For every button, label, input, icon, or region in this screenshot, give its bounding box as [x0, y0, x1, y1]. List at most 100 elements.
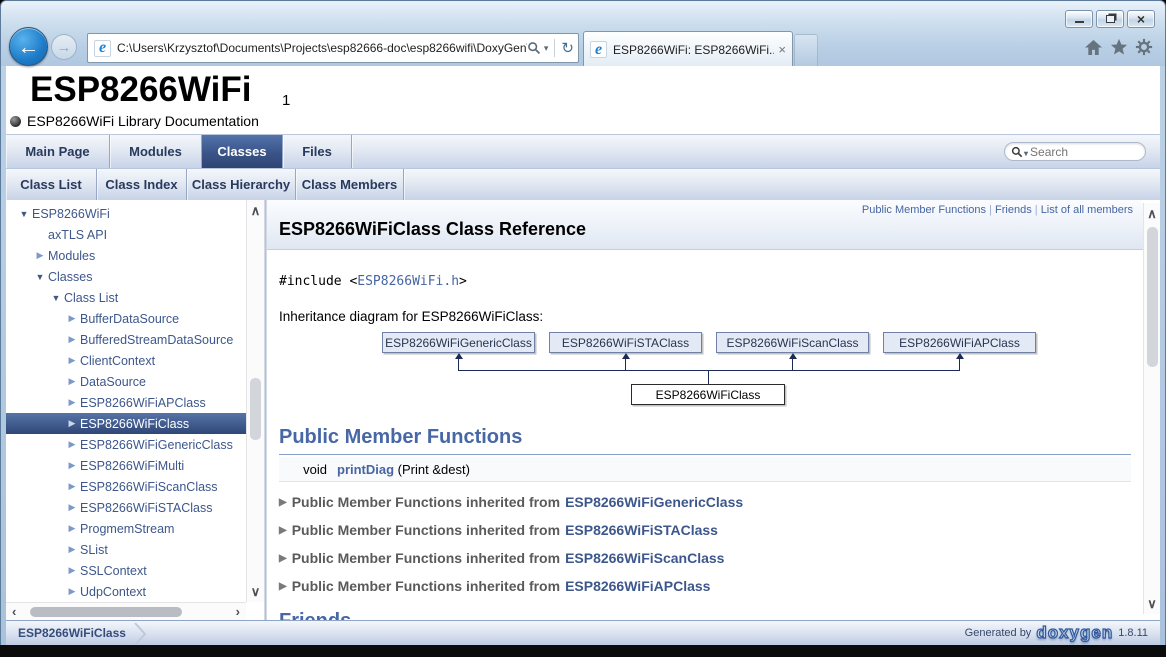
tree-collapsed-icon[interactable]: ▶ [64, 376, 80, 387]
search-filter-caret-icon[interactable]: ▾ [1024, 149, 1028, 158]
inherited-section-scan[interactable]: ▶ Public Member Functions inherited from… [279, 550, 1131, 566]
tab-class-members[interactable]: Class Members [296, 169, 404, 200]
search-icon[interactable] [527, 41, 541, 55]
sidebar-item-slist[interactable]: ▶SList [6, 539, 246, 560]
tree-collapsed-icon[interactable]: ▶ [64, 355, 80, 366]
new-tab-stub[interactable] [794, 34, 818, 67]
sidebar-item-class-list[interactable]: ▼Class List [6, 287, 246, 308]
tree-collapsed-icon[interactable]: ▶ [64, 586, 80, 597]
content-vertical-scrollbar[interactable]: ∧ ∨ [1143, 203, 1160, 614]
tree-collapsed-icon[interactable]: ▶ [64, 544, 80, 555]
sidebar-item-axtls-api[interactable]: axTLS API [6, 224, 246, 245]
sidebar-item-bufferedstreamdatasource[interactable]: ▶BufferedStreamDataSource [6, 329, 246, 350]
tree-collapsed-icon[interactable]: ▶ [64, 418, 80, 429]
breadcrumb[interactable]: ESP8266WiFiClass [18, 626, 126, 640]
sidebar-item-esp8266wifigenericclass[interactable]: ▶ESP8266WiFiGenericClass [6, 434, 246, 455]
sidebar-vertical-scrollbar[interactable]: ∧ ∨ [246, 200, 264, 602]
connector-line [625, 359, 626, 370]
sidebar-item-clientcontext[interactable]: ▶ClientContext [6, 350, 246, 371]
tree-collapsed-icon[interactable]: ▶ [64, 523, 80, 534]
back-button[interactable]: ← [9, 27, 48, 66]
tree-collapsed-icon[interactable]: ▶ [64, 481, 80, 492]
sidebar-item-sslcontext[interactable]: ▶SSLContext [6, 560, 246, 581]
tree-collapsed-icon[interactable]: ▶ [64, 334, 80, 345]
inherited-section-sta[interactable]: ▶ Public Member Functions inherited from… [279, 522, 1131, 538]
scrollbar-thumb[interactable] [250, 378, 261, 440]
diagram-node-esp8266wifiscanclass[interactable]: ESP8266WiFiScanClass [716, 332, 869, 353]
tree-expanded-icon[interactable]: ▼ [48, 293, 64, 303]
link-public-member-functions[interactable]: Public Member Functions [862, 204, 986, 216]
address-bar[interactable]: e C:\Users\Krzysztof\Documents\Projects\… [87, 33, 579, 63]
member-printdiag-link[interactable]: printDiag [337, 462, 394, 477]
address-text[interactable]: C:\Users\Krzysztof\Documents\Projects\es… [117, 41, 527, 55]
tab-modules[interactable]: Modules [110, 135, 202, 168]
inherited-section-generic[interactable]: ▶ Public Member Functions inherited from… [279, 494, 1131, 510]
tree-collapsed-icon[interactable]: ▶ [64, 439, 80, 450]
sidebar-item-modules[interactable]: ▶Modules [6, 245, 246, 266]
tree-collapsed-icon[interactable]: ▶ [64, 502, 80, 513]
scroll-down-icon[interactable]: ∨ [247, 585, 264, 598]
diagram-node-esp8266wificlass[interactable]: ESP8266WiFiClass [631, 384, 785, 405]
sidebar-item-bufferdatasource[interactable]: ▶BufferDataSource [6, 308, 246, 329]
tree-collapsed-icon[interactable]: ▶ [64, 460, 80, 471]
tab-class-hierarchy[interactable]: Class Hierarchy [187, 169, 296, 200]
scrollbar-thumb[interactable] [30, 607, 182, 617]
tab-classes[interactable]: Classes [202, 135, 283, 168]
sidebar-item-udpcontext[interactable]: ▶UdpContext [6, 581, 246, 602]
page-title: ESP8266WiFiClass Class Reference [279, 219, 1133, 240]
diagram-node-esp8266wifistaclass[interactable]: ESP8266WiFiSTAClass [549, 332, 702, 353]
refresh-icon[interactable]: ↻ [561, 39, 574, 57]
tab-close-icon[interactable]: × [778, 42, 786, 57]
tree-collapsed-icon[interactable]: ▶ [64, 565, 80, 576]
browser-tab[interactable]: e ESP8266WiFi: ESP8266WiFi... × [583, 31, 793, 67]
inherited-section-ap[interactable]: ▶ Public Member Functions inherited from… [279, 578, 1131, 594]
forward-button[interactable]: → [51, 34, 77, 60]
tree-collapsed-icon[interactable]: ▶ [64, 397, 80, 408]
sidebar-item-datasource[interactable]: ▶DataSource [6, 371, 246, 392]
section-heading-friends: Friends [279, 610, 1131, 620]
doxygen-logo[interactable]: doxygen [1036, 623, 1113, 643]
home-icon[interactable] [1084, 39, 1103, 56]
tab-main-page[interactable]: Main Page [6, 135, 110, 168]
tab-class-index[interactable]: Class Index [97, 169, 187, 200]
diagram-node-esp8266wifiapclass[interactable]: ESP8266WiFiAPClass [883, 332, 1036, 353]
scroll-right-icon[interactable]: › [236, 605, 240, 618]
settings-gear-icon[interactable] [1135, 38, 1153, 56]
tab-class-list[interactable]: Class List [6, 169, 97, 200]
include-file-link[interactable]: ESP8266WiFi.h [357, 274, 459, 289]
scroll-down-icon[interactable]: ∨ [1144, 597, 1160, 610]
favorites-star-icon[interactable] [1110, 38, 1128, 56]
search-box[interactable]: ▾ [1004, 142, 1146, 161]
sidebar-item-esp8266wifiapclass[interactable]: ▶ESP8266WiFiAPClass [6, 392, 246, 413]
link-esp8266wifiapclass[interactable]: ESP8266WiFiAPClass [565, 578, 710, 594]
search-input[interactable] [1030, 145, 1130, 159]
scrollbar-thumb[interactable] [1147, 227, 1158, 367]
sidebar-item-progmemstream[interactable]: ▶ProgmemStream [6, 518, 246, 539]
sidebar-item-esp8266wifistaclass[interactable]: ▶ESP8266WiFiSTAClass [6, 497, 246, 518]
sidebar-item-esp8266wifi[interactable]: ▼ESP8266WiFi [6, 203, 246, 224]
link-esp8266wifistaclass[interactable]: ESP8266WiFiSTAClass [565, 522, 718, 538]
close-button[interactable]: × [1127, 10, 1155, 28]
link-list-of-all-members[interactable]: List of all members [1041, 204, 1133, 216]
tree-expanded-icon[interactable]: ▼ [32, 272, 48, 282]
sidebar-item-esp8266wificlass-selected[interactable]: ▶ESP8266WiFiClass [6, 413, 246, 434]
tree-collapsed-icon[interactable]: ▶ [64, 313, 80, 324]
scroll-up-icon[interactable]: ∧ [1144, 207, 1160, 220]
link-esp8266wifigenericclass[interactable]: ESP8266WiFiGenericClass [565, 494, 743, 510]
tab-files[interactable]: Files [283, 135, 352, 168]
search-dropdown-icon[interactable]: ▾ [544, 43, 549, 54]
sidebar-horizontal-scrollbar[interactable]: ‹ › [6, 602, 246, 620]
sidebar-item-esp8266wifimulti[interactable]: ▶ESP8266WiFiMulti [6, 455, 246, 476]
scroll-left-icon[interactable]: ‹ [12, 605, 16, 618]
restore-button[interactable] [1096, 10, 1124, 28]
minimize-button[interactable] [1065, 10, 1093, 28]
sidebar-item-classes[interactable]: ▼Classes [6, 266, 246, 287]
tree-collapsed-icon[interactable]: ▶ [32, 250, 48, 261]
diagram-node-esp8266wifigenericclass[interactable]: ESP8266WiFiGenericClass [382, 332, 535, 353]
tree-expanded-icon[interactable]: ▼ [16, 209, 32, 219]
sidebar-item-esp8266wifiscanclass[interactable]: ▶ESP8266WiFiScanClass [6, 476, 246, 497]
link-friends[interactable]: Friends [995, 204, 1032, 216]
tab-spacer [404, 169, 1160, 200]
link-esp8266wifiscanclass[interactable]: ESP8266WiFiScanClass [565, 550, 724, 566]
scroll-up-icon[interactable]: ∧ [247, 204, 264, 217]
